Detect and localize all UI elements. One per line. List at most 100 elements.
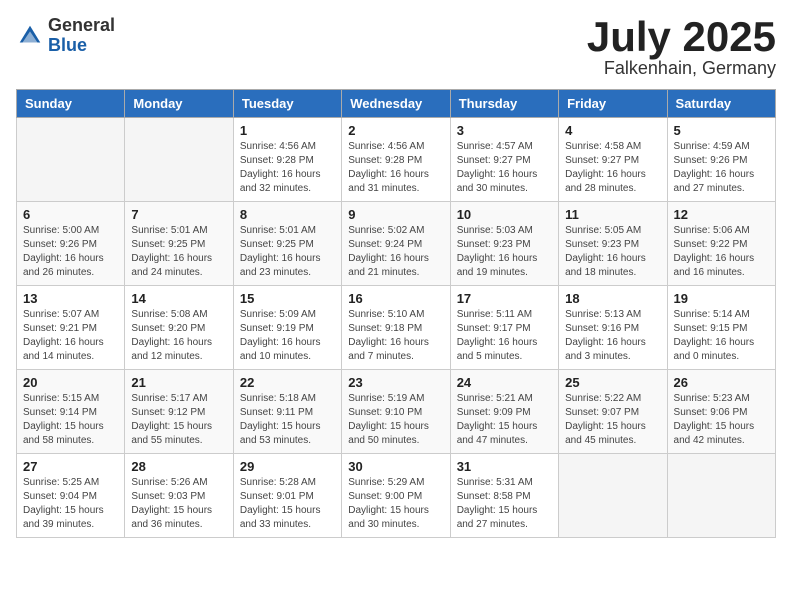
day-info: Sunrise: 5:10 AM Sunset: 9:18 PM Dayligh…	[348, 308, 443, 364]
day-number: 28	[131, 459, 226, 474]
day-number: 4	[565, 123, 660, 138]
day-number: 1	[240, 123, 335, 138]
day-number: 5	[674, 123, 769, 138]
calendar-day-cell: 9 Sunrise: 5:02 AM Sunset: 9:24 PM Daylig…	[342, 202, 450, 286]
day-info: Sunrise: 5:28 AM Sunset: 9:01 PM Dayligh…	[240, 476, 335, 532]
calendar-day-cell: 4Sunrise: 4:58 AM Sunset: 9:27 PM Daylig…	[559, 118, 667, 202]
calendar-day-cell: 27 Sunrise: 5:25 AM Sunset: 9:04 PM Dayli…	[17, 454, 125, 538]
calendar-week-row: 1 Sunrise: 4:56 AM Sunset: 9:28 PM Daylig…	[17, 118, 776, 202]
day-info: Sunrise: 5:22 AM Sunset: 9:07 PM Dayligh…	[565, 392, 660, 448]
calendar-day-cell: 13 Sunrise: 5:07 AM Sunset: 9:21 PM Dayli…	[17, 286, 125, 370]
day-number: 16	[348, 291, 443, 306]
day-number: 22	[240, 375, 335, 390]
day-info: Sunrise: 5:26 AM Sunset: 9:03 PM Dayligh…	[131, 476, 226, 532]
day-info: Sunrise: 4:59 AM Sunset: 9:26 PM Dayligh…	[674, 140, 769, 196]
day-number: 3	[457, 123, 552, 138]
calendar-day-cell: 14 Sunrise: 5:08 AM Sunset: 9:20 PM Dayli…	[125, 286, 233, 370]
calendar-day-cell: 17 Sunrise: 5:11 AM Sunset: 9:17 PM Dayli…	[450, 286, 558, 370]
day-number: 17	[457, 291, 552, 306]
day-info: Sunrise: 5:13 AM Sunset: 9:16 PM Dayligh…	[565, 308, 660, 364]
day-info: Sunrise: 5:15 AM Sunset: 9:14 PM Dayligh…	[23, 392, 118, 448]
day-number: 21	[131, 375, 226, 390]
day-info: Sunrise: 5:08 AM Sunset: 9:20 PM Dayligh…	[131, 308, 226, 364]
calendar-day-cell: 8Sunrise: 5:01 AM Sunset: 9:25 PM Daylig…	[233, 202, 341, 286]
calendar-day-cell: 21 Sunrise: 5:17 AM Sunset: 9:12 PM Dayli…	[125, 370, 233, 454]
day-info: Sunrise: 5:00 AM Sunset: 9:26 PM Dayligh…	[23, 224, 118, 280]
calendar-day-cell: 16 Sunrise: 5:10 AM Sunset: 9:18 PM Dayli…	[342, 286, 450, 370]
calendar-week-row: 6 Sunrise: 5:00 AM Sunset: 9:26 PM Daylig…	[17, 202, 776, 286]
day-number: 30	[348, 459, 443, 474]
day-info: Sunrise: 5:14 AM Sunset: 9:15 PM Dayligh…	[674, 308, 769, 364]
weekday-header: Tuesday	[233, 90, 341, 118]
day-info: Sunrise: 5:06 AM Sunset: 9:22 PM Dayligh…	[674, 224, 769, 280]
calendar-day-cell	[667, 454, 775, 538]
day-number: 13	[23, 291, 118, 306]
day-number: 31	[457, 459, 552, 474]
day-number: 24	[457, 375, 552, 390]
day-number: 23	[348, 375, 443, 390]
day-number: 8	[240, 207, 335, 222]
calendar-day-cell	[17, 118, 125, 202]
day-number: 15	[240, 291, 335, 306]
day-number: 27	[23, 459, 118, 474]
weekday-header: Friday	[559, 90, 667, 118]
calendar-day-cell: 1Sunrise: 4:56 AM Sunset: 9:28 PM Daylig…	[233, 118, 341, 202]
day-info: Sunrise: 5:23 AM Sunset: 9:06 PM Dayligh…	[674, 392, 769, 448]
day-info: Sunrise: 5:02 AM Sunset: 9:24 PM Dayligh…	[348, 224, 443, 280]
calendar-week-row: 13 Sunrise: 5:07 AM Sunset: 9:21 PM Dayli…	[17, 286, 776, 370]
calendar-day-cell: 26 Sunrise: 5:23 AM Sunset: 9:06 PM Dayli…	[667, 370, 775, 454]
day-info: Sunrise: 5:11 AM Sunset: 9:17 PM Dayligh…	[457, 308, 552, 364]
day-info: Sunrise: 5:21 AM Sunset: 9:09 PM Dayligh…	[457, 392, 552, 448]
day-info: Sunrise: 5:25 AM Sunset: 9:04 PM Dayligh…	[23, 476, 118, 532]
weekday-header: Saturday	[667, 90, 775, 118]
day-info: Sunrise: 5:07 AM Sunset: 9:21 PM Dayligh…	[23, 308, 118, 364]
weekday-header: Monday	[125, 90, 233, 118]
day-info: Sunrise: 5:17 AM Sunset: 9:12 PM Dayligh…	[131, 392, 226, 448]
calendar-week-row: 20 Sunrise: 5:15 AM Sunset: 9:14 PM Dayli…	[17, 370, 776, 454]
weekday-header: Wednesday	[342, 90, 450, 118]
calendar-day-cell: 30Sunrise: 5:29 AM Sunset: 9:00 PM Dayli…	[342, 454, 450, 538]
calendar-day-cell: 20 Sunrise: 5:15 AM Sunset: 9:14 PM Dayli…	[17, 370, 125, 454]
day-info: Sunrise: 5:09 AM Sunset: 9:19 PM Dayligh…	[240, 308, 335, 364]
location-title: Falkenhain, Germany	[587, 58, 776, 79]
day-number: 12	[674, 207, 769, 222]
day-info: Sunrise: 5:03 AM Sunset: 9:23 PM Dayligh…	[457, 224, 552, 280]
day-number: 29	[240, 459, 335, 474]
calendar-day-cell: 25Sunrise: 5:22 AM Sunset: 9:07 PM Dayli…	[559, 370, 667, 454]
day-info: Sunrise: 4:57 AM Sunset: 9:27 PM Dayligh…	[457, 140, 552, 196]
calendar-day-cell: 11Sunrise: 5:05 AM Sunset: 9:23 PM Dayli…	[559, 202, 667, 286]
calendar-day-cell: 18 Sunrise: 5:13 AM Sunset: 9:16 PM Dayli…	[559, 286, 667, 370]
calendar-day-cell: 15 Sunrise: 5:09 AM Sunset: 9:19 PM Dayli…	[233, 286, 341, 370]
weekday-header: Sunday	[17, 90, 125, 118]
calendar-day-cell: 31 Sunrise: 5:31 AM Sunset: 8:58 PM Dayli…	[450, 454, 558, 538]
calendar-day-cell: 29 Sunrise: 5:28 AM Sunset: 9:01 PM Dayli…	[233, 454, 341, 538]
day-number: 26	[674, 375, 769, 390]
day-info: Sunrise: 4:56 AM Sunset: 9:28 PM Dayligh…	[348, 140, 443, 196]
month-title: July 2025	[587, 16, 776, 58]
logo: General Blue	[16, 16, 115, 56]
calendar-day-cell: 3 Sunrise: 4:57 AM Sunset: 9:27 PM Daylig…	[450, 118, 558, 202]
calendar-day-cell	[125, 118, 233, 202]
day-info: Sunrise: 5:31 AM Sunset: 8:58 PM Dayligh…	[457, 476, 552, 532]
day-number: 11	[565, 207, 660, 222]
calendar-day-cell: 24 Sunrise: 5:21 AM Sunset: 9:09 PM Dayli…	[450, 370, 558, 454]
calendar-day-cell: 22Sunrise: 5:18 AM Sunset: 9:11 PM Dayli…	[233, 370, 341, 454]
day-number: 2	[348, 123, 443, 138]
day-number: 20	[23, 375, 118, 390]
calendar-day-cell: 5 Sunrise: 4:59 AM Sunset: 9:26 PM Daylig…	[667, 118, 775, 202]
day-number: 18	[565, 291, 660, 306]
logo-blue-text: Blue	[48, 36, 115, 56]
calendar-day-cell: 7Sunrise: 5:01 AM Sunset: 9:25 PM Daylig…	[125, 202, 233, 286]
calendar-table: SundayMondayTuesdayWednesdayThursdayFrid…	[16, 89, 776, 538]
calendar-day-cell: 2 Sunrise: 4:56 AM Sunset: 9:28 PM Daylig…	[342, 118, 450, 202]
day-number: 6	[23, 207, 118, 222]
calendar-day-cell: 28 Sunrise: 5:26 AM Sunset: 9:03 PM Dayli…	[125, 454, 233, 538]
day-number: 9	[348, 207, 443, 222]
day-number: 14	[131, 291, 226, 306]
calendar-day-cell: 10Sunrise: 5:03 AM Sunset: 9:23 PM Dayli…	[450, 202, 558, 286]
day-number: 7	[131, 207, 226, 222]
day-number: 19	[674, 291, 769, 306]
page-header: General Blue July 2025 Falkenhain, Germa…	[16, 16, 776, 79]
calendar-day-cell: 6 Sunrise: 5:00 AM Sunset: 9:26 PM Daylig…	[17, 202, 125, 286]
calendar-day-cell: 23Sunrise: 5:19 AM Sunset: 9:10 PM Dayli…	[342, 370, 450, 454]
